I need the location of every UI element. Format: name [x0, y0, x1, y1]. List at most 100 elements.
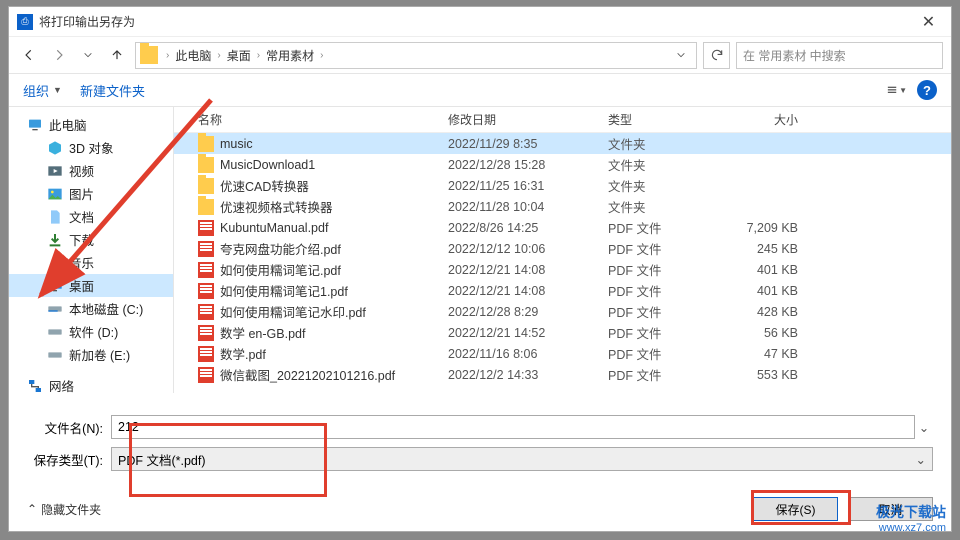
breadcrumb-root[interactable]: 此电脑 — [173, 47, 213, 64]
pc-icon — [27, 117, 43, 133]
hide-folders-toggle[interactable]: ⌃ 隐藏文件夹 — [27, 501, 101, 518]
file-list: music2022/11/29 8:35文件夹 MusicDownload1 202… — [174, 133, 951, 393]
file-name: 如何使用糯词笔记.pdf — [220, 260, 341, 279]
drive-icon — [47, 301, 63, 317]
file-name: KubuntuManual.pdf — [220, 221, 328, 235]
save-as-dialog: ⎙ 将打印输出另存为 ✕ › 此电脑 › 桌面 › 常用素材 › 在 常用素材 … — [8, 6, 952, 532]
caret-down-icon: ⌄ — [916, 452, 926, 467]
back-button[interactable] — [17, 43, 41, 67]
tree-videos[interactable]: 视频 — [9, 159, 173, 182]
help-button[interactable]: ? — [917, 80, 937, 100]
pdf-icon — [198, 325, 214, 341]
refresh-button[interactable] — [703, 42, 730, 69]
file-row[interactable]: 如何使用糯词笔记水印.pdf2022/12/28 8:29PDF 文件428 K… — [174, 301, 951, 322]
file-row[interactable]: 夸克网盘功能介绍.pdf2022/12/12 10:06PDF 文件245 KB — [174, 238, 951, 259]
file-size: 245 KB — [728, 242, 818, 256]
file-size: 401 KB — [728, 284, 818, 298]
filetype-row: 保存类型(T): PDF 文档(*.pdf) ⌄ — [27, 447, 933, 471]
file-row[interactable]: 优速视频格式转换器2022/11/28 10:04文件夹 — [174, 196, 951, 217]
file-row[interactable]: 如何使用糯词笔记.pdf2022/12/21 14:08PDF 文件401 KB — [174, 259, 951, 280]
history-dropdown[interactable] — [77, 44, 99, 66]
chevron-right-icon: › — [318, 50, 325, 61]
tree-documents[interactable]: 文档 — [9, 205, 173, 228]
breadcrumb-dropdown[interactable] — [670, 44, 692, 66]
pdf-icon — [198, 262, 214, 278]
col-size[interactable]: 大小 — [728, 111, 818, 128]
filetype-select[interactable]: PDF 文档(*.pdf) ⌄ — [111, 447, 933, 471]
app-icon: ⎙ — [17, 14, 33, 30]
file-date: 2022/11/29 8:35 — [448, 137, 608, 151]
file-name: MusicDownload1 — [220, 158, 315, 172]
save-button[interactable]: 保存(S) — [753, 497, 838, 521]
desktop-icon — [47, 278, 63, 294]
organize-menu[interactable]: 组织 ▼ — [23, 81, 62, 100]
file-date: 2022/12/28 15:28 — [448, 158, 608, 172]
view-mode-button[interactable]: ▼ — [887, 82, 907, 98]
filetype-label: 保存类型(T): — [27, 450, 111, 469]
file-row[interactable]: 数学 en-GB.pdf2022/12/21 14:52PDF 文件56 KB — [174, 322, 951, 343]
file-date: 2022/12/21 14:08 — [448, 284, 608, 298]
file-name: 夸克网盘功能介绍.pdf — [220, 239, 341, 258]
folder-icon — [198, 199, 214, 215]
file-type: 文件夹 — [608, 155, 728, 174]
tree-3d-objects[interactable]: 3D 对象 — [9, 136, 173, 159]
file-size: 56 KB — [728, 326, 818, 340]
file-type: 文件夹 — [608, 176, 728, 195]
file-row[interactable]: 数学.pdf2022/11/16 8:06PDF 文件47 KB — [174, 343, 951, 364]
pdf-icon — [198, 220, 214, 236]
file-date: 2022/12/21 14:08 — [448, 263, 608, 277]
col-type[interactable]: 类型 — [608, 111, 728, 128]
video-icon — [47, 163, 63, 179]
forward-button[interactable] — [47, 43, 71, 67]
col-date[interactable]: 修改日期 — [448, 111, 608, 128]
file-type: PDF 文件 — [608, 218, 728, 237]
chevron-right-icon: › — [255, 50, 262, 61]
tree-disk-c[interactable]: 本地磁盘 (C:) — [9, 297, 173, 320]
tree-downloads[interactable]: 下载 — [9, 228, 173, 251]
file-row[interactable]: 微信截图_20221202101216.pdf2022/12/2 14:33PD… — [174, 364, 951, 385]
file-date: 2022/12/2 14:33 — [448, 368, 608, 382]
file-date: 2022/11/28 10:04 — [448, 200, 608, 214]
file-name: 如何使用糯词笔记1.pdf — [220, 281, 348, 300]
chevron-right-icon: › — [215, 50, 222, 61]
tree-this-pc[interactable]: 此电脑 — [9, 113, 173, 136]
breadcrumb[interactable]: › 此电脑 › 桌面 › 常用素材 › — [135, 42, 697, 69]
breadcrumb-item[interactable]: 常用素材 — [264, 47, 316, 64]
file-row[interactable]: 如何使用糯词笔记1.pdf2022/12/21 14:08PDF 文件401 K… — [174, 280, 951, 301]
tree-disk-e[interactable]: 新加卷 (E:) — [9, 343, 173, 366]
tree-music[interactable]: 音乐 — [9, 251, 173, 274]
file-date: 2022/8/26 14:25 — [448, 221, 608, 235]
col-name[interactable]: 名称 — [198, 111, 448, 128]
navbar: › 此电脑 › 桌面 › 常用素材 › 在 常用素材 中搜索 — [9, 37, 951, 73]
drive-icon — [47, 324, 63, 340]
file-size: 553 KB — [728, 368, 818, 382]
tree-desktop[interactable]: 桌面 — [9, 274, 173, 297]
file-header: 名称 修改日期 类型 大小 — [174, 107, 951, 133]
file-type: PDF 文件 — [608, 302, 728, 321]
close-button[interactable]: ✕ — [906, 7, 951, 37]
document-icon — [47, 209, 63, 225]
file-row[interactable]: MusicDownload1 2022/12/28 15:28文件夹 — [174, 154, 951, 175]
tree-network[interactable]: 网络 — [9, 374, 173, 393]
tree-disk-d[interactable]: 软件 (D:) — [9, 320, 173, 343]
file-row[interactable]: music2022/11/29 8:35文件夹 — [174, 133, 951, 154]
cube-icon — [47, 140, 63, 156]
file-type: 文件夹 — [608, 134, 728, 153]
filename-input[interactable] — [111, 415, 915, 439]
up-button[interactable] — [105, 43, 129, 67]
combo-dropdown-icon[interactable]: ⌄ — [915, 420, 933, 435]
file-row[interactable]: KubuntuManual.pdf2022/8/26 14:25PDF 文件7,… — [174, 217, 951, 238]
file-type: 文件夹 — [608, 197, 728, 216]
file-size: 47 KB — [728, 347, 818, 361]
pdf-icon — [198, 346, 214, 362]
file-date: 2022/11/25 16:31 — [448, 179, 608, 193]
breadcrumb-item[interactable]: 桌面 — [225, 47, 253, 64]
new-folder-button[interactable]: 新建文件夹 — [80, 81, 145, 100]
file-name: 微信截图_20221202101216.pdf — [220, 365, 395, 384]
folder-icon — [140, 46, 158, 64]
search-input[interactable]: 在 常用素材 中搜索 — [736, 42, 943, 69]
download-icon — [47, 232, 63, 248]
file-type: PDF 文件 — [608, 239, 728, 258]
tree-pictures[interactable]: 图片 — [9, 182, 173, 205]
file-row[interactable]: 优速CAD转换器2022/11/25 16:31文件夹 — [174, 175, 951, 196]
